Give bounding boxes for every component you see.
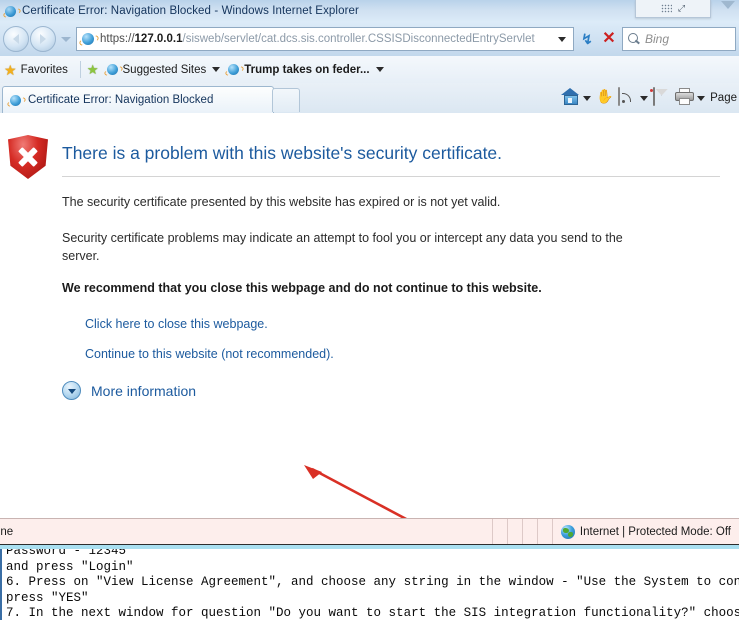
refresh-icon: ↯ bbox=[581, 31, 593, 47]
page-content: There is a problem with this website's s… bbox=[0, 113, 739, 518]
feeds-dropdown-icon[interactable] bbox=[640, 95, 649, 101]
search-box[interactable]: Bing bbox=[622, 27, 736, 51]
status-divider bbox=[521, 519, 523, 545]
console-line: Password - 12345 bbox=[6, 549, 127, 558]
continue-to-website-link[interactable]: Continue to this website (not recommende… bbox=[85, 347, 334, 361]
rss-feed-icon bbox=[618, 87, 621, 106]
ie-site-icon bbox=[105, 62, 120, 77]
stop-close-icon: ✕ bbox=[602, 30, 616, 47]
status-divider bbox=[551, 519, 553, 545]
chevron-down-icon[interactable] bbox=[212, 67, 221, 72]
console-line: press "YES" bbox=[6, 590, 89, 605]
favorites-divider bbox=[79, 61, 81, 78]
address-dropdown-icon[interactable] bbox=[558, 36, 566, 42]
recommendation-text: We recommend that you close this webpage… bbox=[62, 281, 542, 295]
refresh-button[interactable]: ↯ bbox=[576, 28, 598, 50]
resize-diagonal-icon[interactable]: ⤢ bbox=[678, 4, 685, 13]
favorites-bar: ★ Favorites ★ Suggested Sites Trump take… bbox=[0, 56, 739, 84]
more-information-row[interactable]: More information bbox=[62, 381, 196, 400]
tab-certificate-error[interactable]: Certificate Error: Navigation Blocked bbox=[2, 86, 274, 113]
browser-window: Certificate Error: Navigation Blocked - … bbox=[0, 0, 739, 620]
error-shield-icon bbox=[8, 135, 48, 179]
background-console: Password - 12345 and press "Login" 6. Pr… bbox=[0, 549, 739, 620]
continue-to-website-link-row[interactable]: ✕ Continue to this website (not recommen… bbox=[62, 347, 334, 364]
window-overlay-controls[interactable]: ⤢ bbox=[635, 0, 711, 18]
mail-button[interactable] bbox=[653, 87, 673, 108]
status-text: one bbox=[0, 526, 14, 538]
history-dropdown-icon[interactable] bbox=[61, 36, 71, 42]
page-menu-button[interactable]: Page bbox=[710, 92, 737, 104]
home-dropdown-icon[interactable] bbox=[583, 95, 592, 101]
address-bar-url: https://127.0.0.1/sisweb/servlet/cat.dcs… bbox=[100, 33, 535, 45]
close-webpage-link-row[interactable]: ✔ Click here to close this webpage. bbox=[62, 317, 268, 334]
red-shield-x-icon: ✕ bbox=[65, 348, 74, 360]
green-shield-check-icon: ✔ bbox=[65, 318, 74, 330]
page-title: There is a problem with this website's s… bbox=[62, 143, 503, 163]
back-arrow-icon bbox=[13, 34, 19, 44]
print-button[interactable] bbox=[675, 88, 695, 108]
favorites-item-suggested-sites[interactable]: Suggested Sites bbox=[105, 62, 221, 77]
favorites-button-label[interactable]: Favorites bbox=[21, 64, 68, 76]
status-divider bbox=[491, 519, 493, 545]
hand-pointer-button[interactable]: ✋ bbox=[596, 88, 616, 108]
console-line: 7. In the next window for question "Do y… bbox=[6, 606, 739, 620]
security-zone-text: Internet | Protected Mode: Off bbox=[579, 526, 731, 538]
print-dropdown-icon[interactable] bbox=[697, 95, 706, 101]
search-magnifier-icon bbox=[628, 32, 641, 46]
status-bar: one Internet | Protected Mode: Off bbox=[0, 518, 739, 545]
search-input[interactable]: Bing bbox=[645, 32, 669, 46]
internet-zone-globe-icon bbox=[560, 525, 575, 539]
page-favicon-icon bbox=[80, 31, 96, 47]
command-bar: ✋ Page bbox=[561, 85, 737, 111]
more-information-label[interactable]: More information bbox=[91, 383, 196, 399]
favorites-star-icon[interactable]: ★ bbox=[4, 63, 17, 77]
ie-tab-icon bbox=[8, 93, 23, 108]
console-line: 6. Press on "View License Agreement", an… bbox=[6, 575, 739, 589]
title-divider bbox=[62, 176, 720, 177]
console-line: and press "Login" bbox=[6, 559, 134, 574]
new-tab-button[interactable] bbox=[272, 88, 300, 112]
favorites-item-trump-news[interactable]: Trump takes on feder... bbox=[226, 62, 384, 77]
forward-button[interactable] bbox=[30, 26, 56, 52]
red-arrow-annotation bbox=[304, 465, 408, 518]
ie-logo-icon bbox=[4, 4, 18, 18]
ie-site-icon bbox=[226, 62, 241, 77]
chevron-down-icon[interactable] bbox=[721, 1, 735, 9]
close-webpage-link[interactable]: Click here to close this webpage. bbox=[85, 317, 268, 331]
home-button[interactable] bbox=[561, 88, 581, 108]
status-divider bbox=[506, 519, 508, 545]
favorites-item-label: Suggested Sites bbox=[122, 63, 207, 76]
expander-chevron-down-icon[interactable] bbox=[62, 381, 81, 400]
address-bar[interactable]: https://127.0.0.1/sisweb/servlet/cat.dcs… bbox=[76, 27, 574, 51]
tab-strip: Certificate Error: Navigation Blocked ✋ bbox=[0, 83, 739, 114]
tab-title: Certificate Error: Navigation Blocked bbox=[28, 94, 214, 106]
mail-icon bbox=[653, 87, 656, 106]
security-zone-indicator[interactable]: Internet | Protected Mode: Off bbox=[560, 525, 731, 539]
navigation-bar: https://127.0.0.1/sisweb/servlet/cat.dcs… bbox=[0, 22, 739, 56]
hand-pointer-icon: ✋ bbox=[596, 88, 614, 104]
status-divider bbox=[536, 519, 538, 545]
forward-arrow-icon bbox=[40, 34, 46, 44]
feeds-button[interactable] bbox=[618, 87, 638, 108]
stop-button[interactable]: ✕ bbox=[598, 28, 620, 50]
back-button[interactable] bbox=[3, 26, 29, 52]
error-paragraph-2: Security certificate problems may indica… bbox=[62, 231, 623, 263]
chevron-down-icon[interactable] bbox=[375, 67, 384, 72]
add-to-favorites-icon[interactable]: ★ bbox=[87, 63, 99, 76]
title-bar: Certificate Error: Navigation Blocked - … bbox=[0, 0, 739, 23]
window-title: Certificate Error: Navigation Blocked - … bbox=[22, 5, 359, 17]
favorites-item-label: Trump takes on feder... bbox=[244, 63, 370, 76]
error-paragraph-1: The security certificate presented by th… bbox=[62, 195, 501, 209]
grip-dots-icon bbox=[660, 4, 672, 13]
